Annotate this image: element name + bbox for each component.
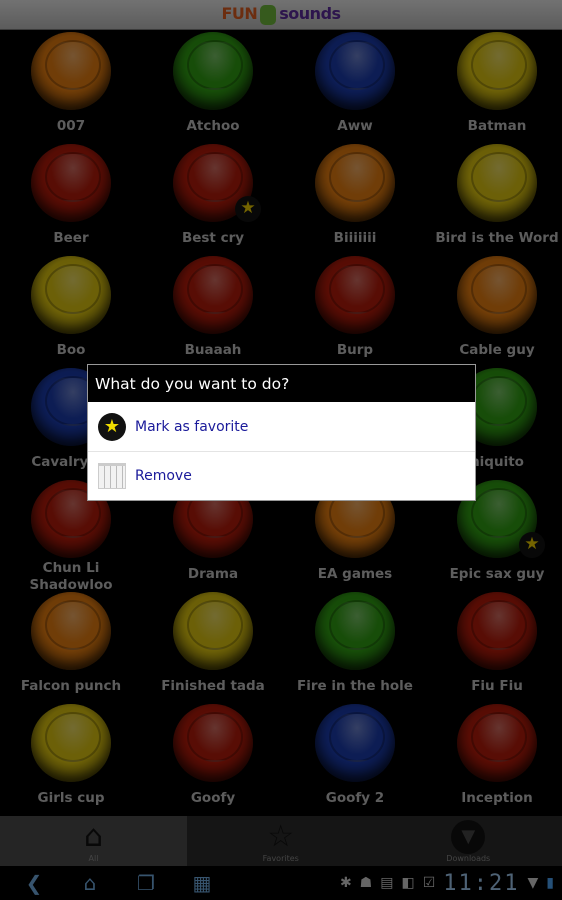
remove-option[interactable]: Remove (88, 452, 475, 500)
trash-icon (98, 463, 126, 489)
action-dialog: What do you want to do? ★ Mark as favorit… (87, 364, 476, 501)
mark-favorite-option[interactable]: ★ Mark as favorite (88, 402, 475, 452)
star-icon: ★ (98, 412, 126, 441)
app: FUNsounds 007AtchooAwwBatmanBeer★Best cr… (0, 0, 562, 900)
dialog-title: What do you want to do? (88, 365, 475, 402)
